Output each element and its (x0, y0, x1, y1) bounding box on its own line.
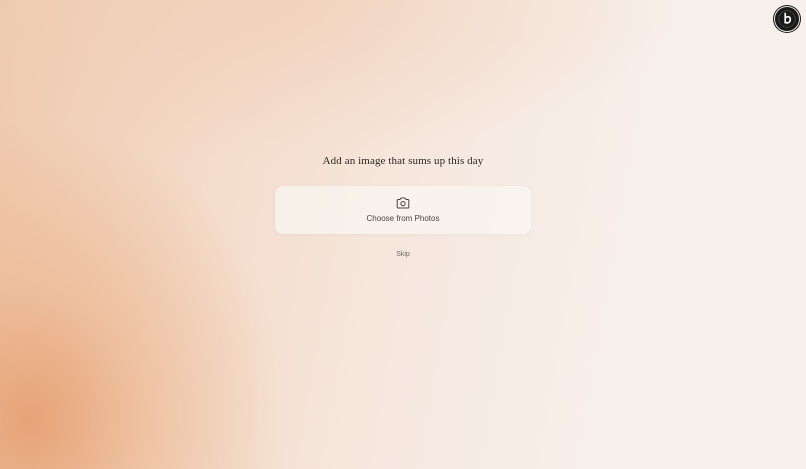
camera-icon (396, 197, 410, 209)
choose-from-photos-label: Choose from Photos (366, 214, 440, 223)
choose-from-photos-button[interactable]: Choose from Photos (275, 186, 531, 234)
skip-link[interactable]: Skip (383, 251, 423, 258)
page-prompt: Add an image that sums up this day (322, 155, 484, 167)
main-content: Add an image that sums up this day Choos… (0, 0, 806, 469)
